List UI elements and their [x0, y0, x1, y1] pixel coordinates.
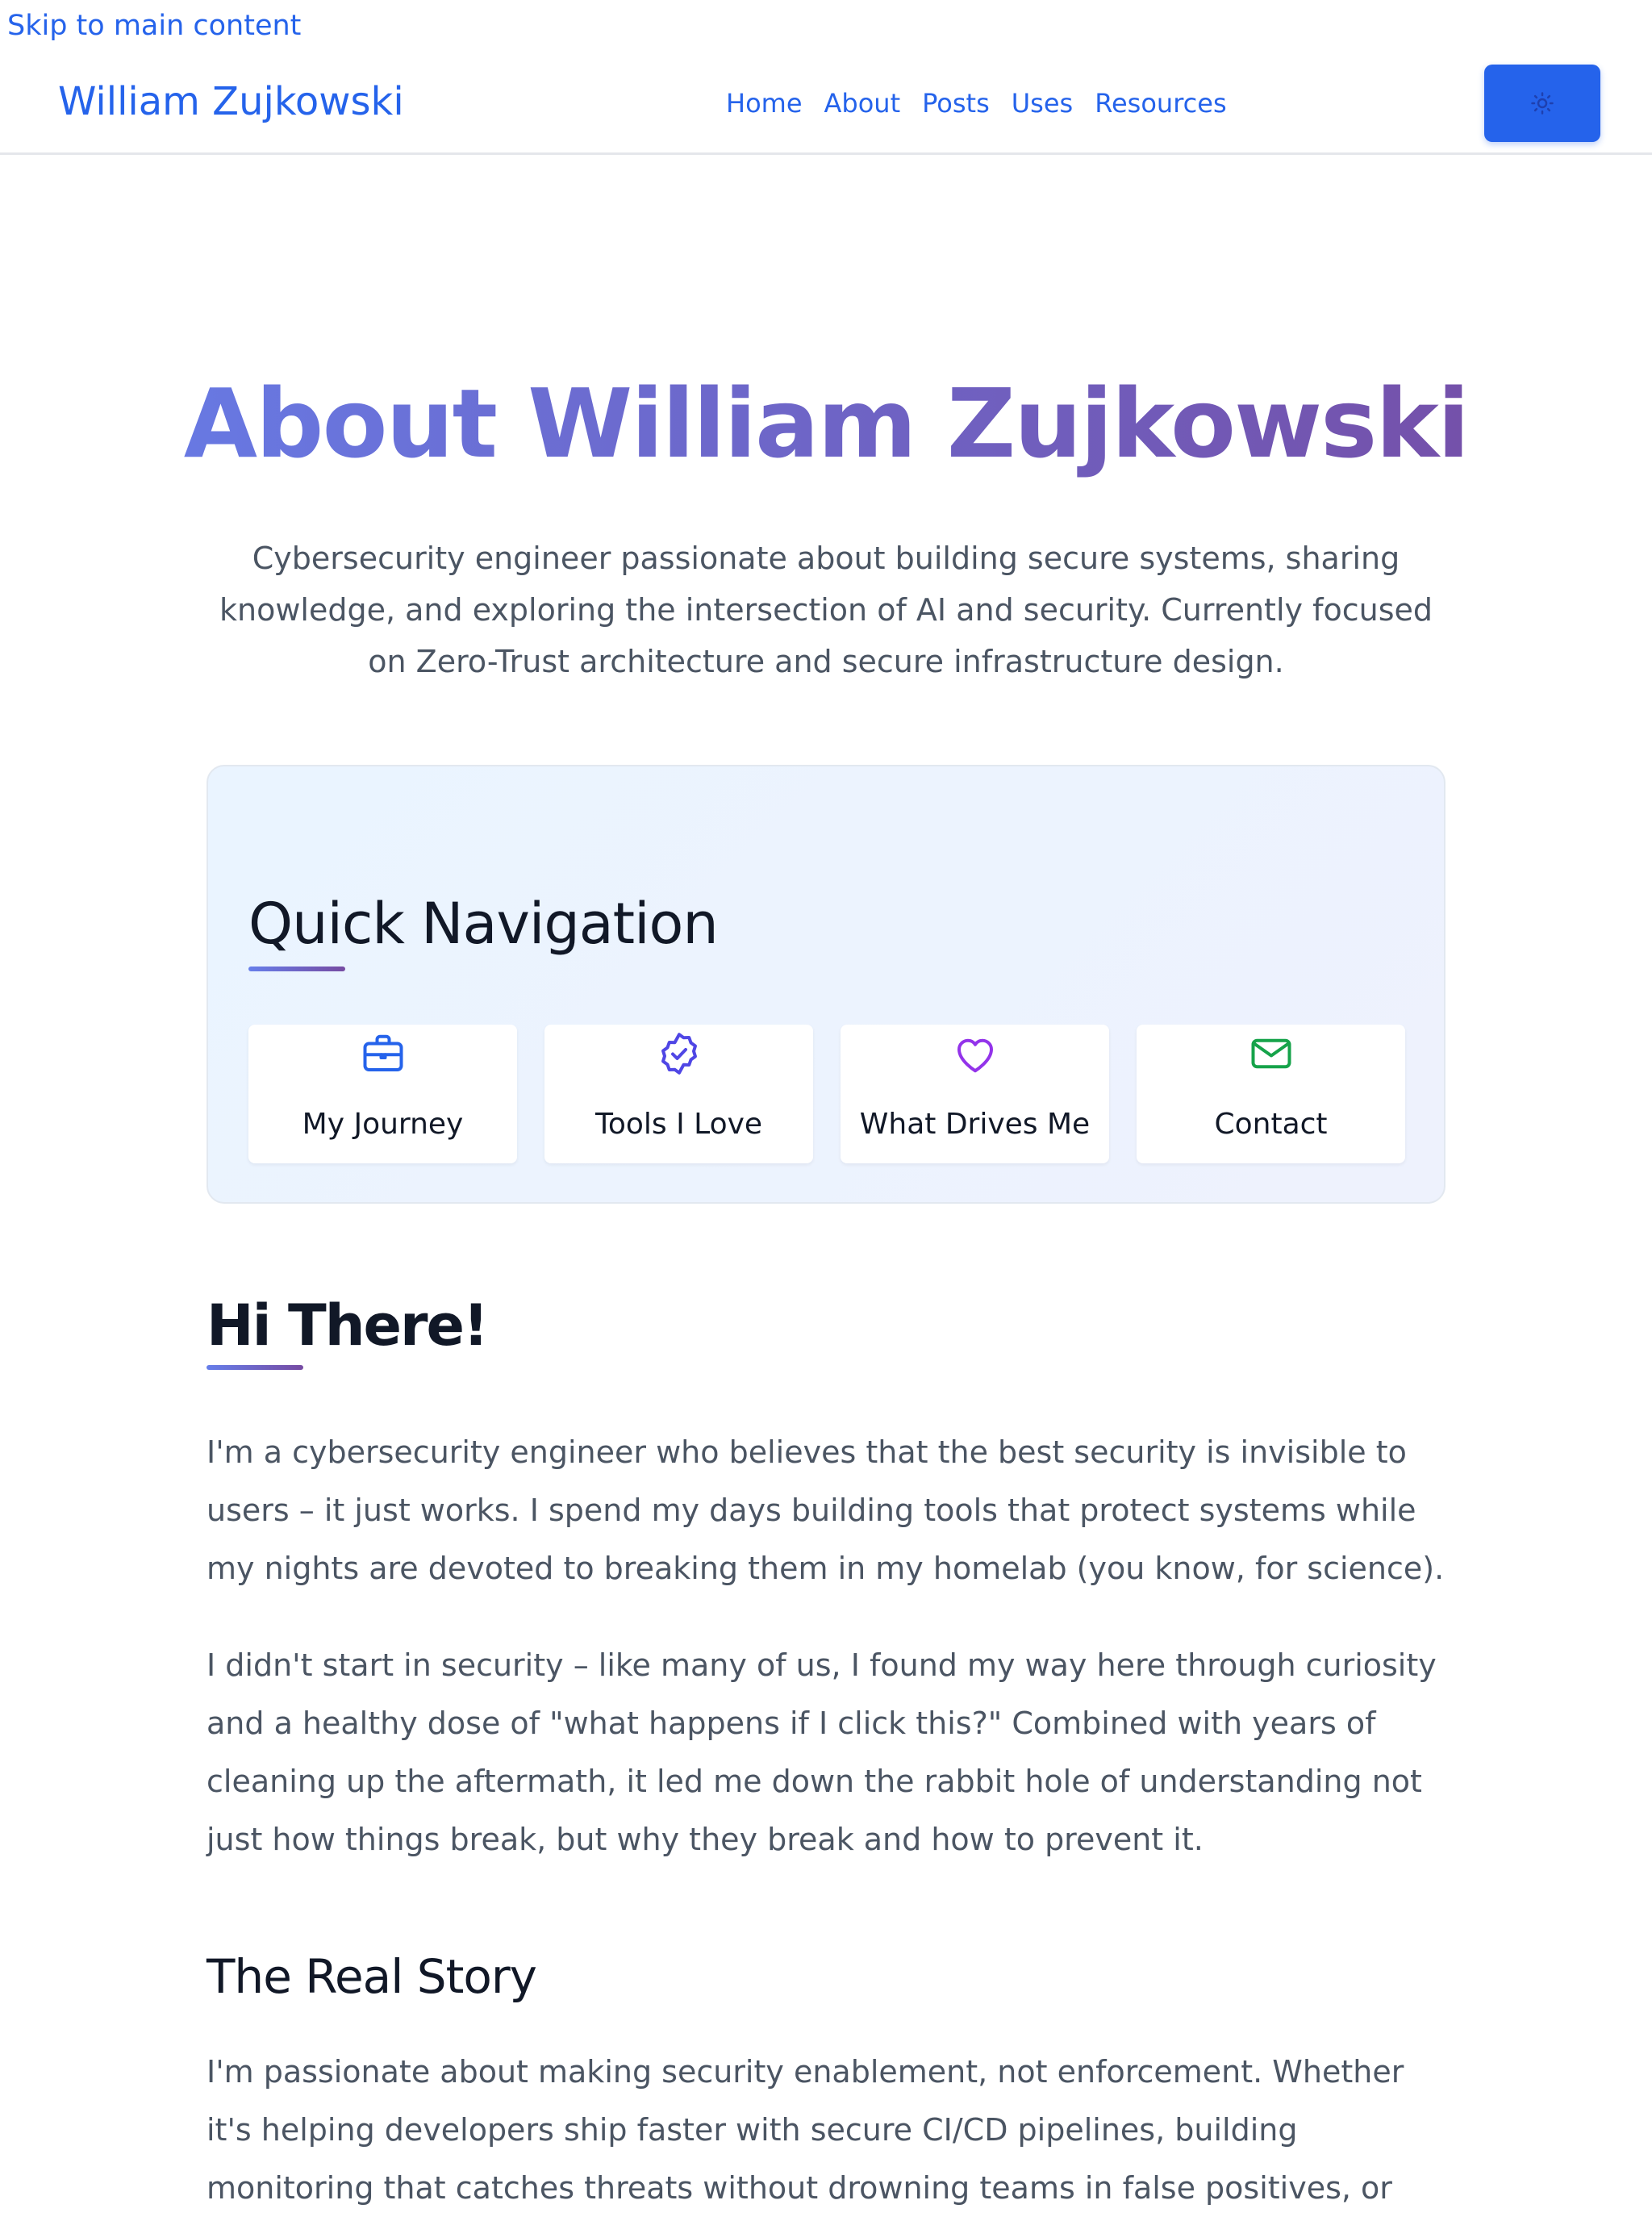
real-story-paragraph: I'm passionate about making security ena… — [206, 2054, 1404, 2206]
site-header: William Zujkowski Home About Posts Uses … — [0, 0, 1652, 155]
quick-nav-my-journey[interactable]: My Journey — [248, 1025, 517, 1163]
quick-nav-label: My Journey — [302, 1108, 464, 1141]
theme-toggle-button[interactable] — [1484, 65, 1600, 142]
sun-icon — [1531, 92, 1554, 115]
quick-navigation-title: Quick Navigation — [248, 891, 719, 957]
briefcase-icon — [363, 1034, 403, 1071]
mail-icon — [1251, 1038, 1291, 1069]
heading-underline — [206, 1365, 303, 1370]
page-title: About William Zujkowski — [0, 363, 1652, 484]
quick-nav-what-drives-me[interactable]: What Drives Me — [841, 1025, 1109, 1163]
quick-nav-contact[interactable]: Contact — [1137, 1025, 1405, 1163]
quick-nav-label: What Drives Me — [859, 1108, 1091, 1141]
intro-paragraph-1: I'm a cybersecurity engineer who believe… — [206, 1434, 1445, 1586]
quick-nav-tools-i-love[interactable]: Tools I Love — [544, 1025, 813, 1163]
site-title-link[interactable]: William Zujkowski — [58, 77, 404, 126]
intro-paragraph-2: I didn't start in security – like many o… — [206, 1647, 1437, 1857]
hi-there-heading: Hi There! — [206, 1292, 489, 1359]
nav-posts-link[interactable]: Posts — [922, 87, 990, 119]
page-subtitle: Cybersecurity engineer passionate about … — [219, 541, 1433, 679]
quick-navigation-panel: Quick Navigation My Journey Tools I Love — [206, 765, 1446, 1204]
real-story-heading: The Real Story — [206, 1949, 537, 2004]
quick-navigation-cards: My Journey Tools I Love What Drives Me C… — [248, 1025, 1405, 1163]
quick-nav-label: Tools I Love — [594, 1108, 763, 1141]
main-nav: Home About Posts Uses Resources — [726, 87, 1227, 119]
title-underline — [248, 967, 345, 971]
heart-icon — [957, 1038, 993, 1073]
nav-home-link[interactable]: Home — [726, 87, 803, 119]
nav-uses-link[interactable]: Uses — [1012, 87, 1073, 119]
nav-resources-link[interactable]: Resources — [1095, 87, 1226, 119]
nav-about-link[interactable]: About — [824, 87, 901, 119]
quick-nav-label: Contact — [1214, 1108, 1328, 1141]
badge-check-icon — [661, 1033, 697, 1075]
